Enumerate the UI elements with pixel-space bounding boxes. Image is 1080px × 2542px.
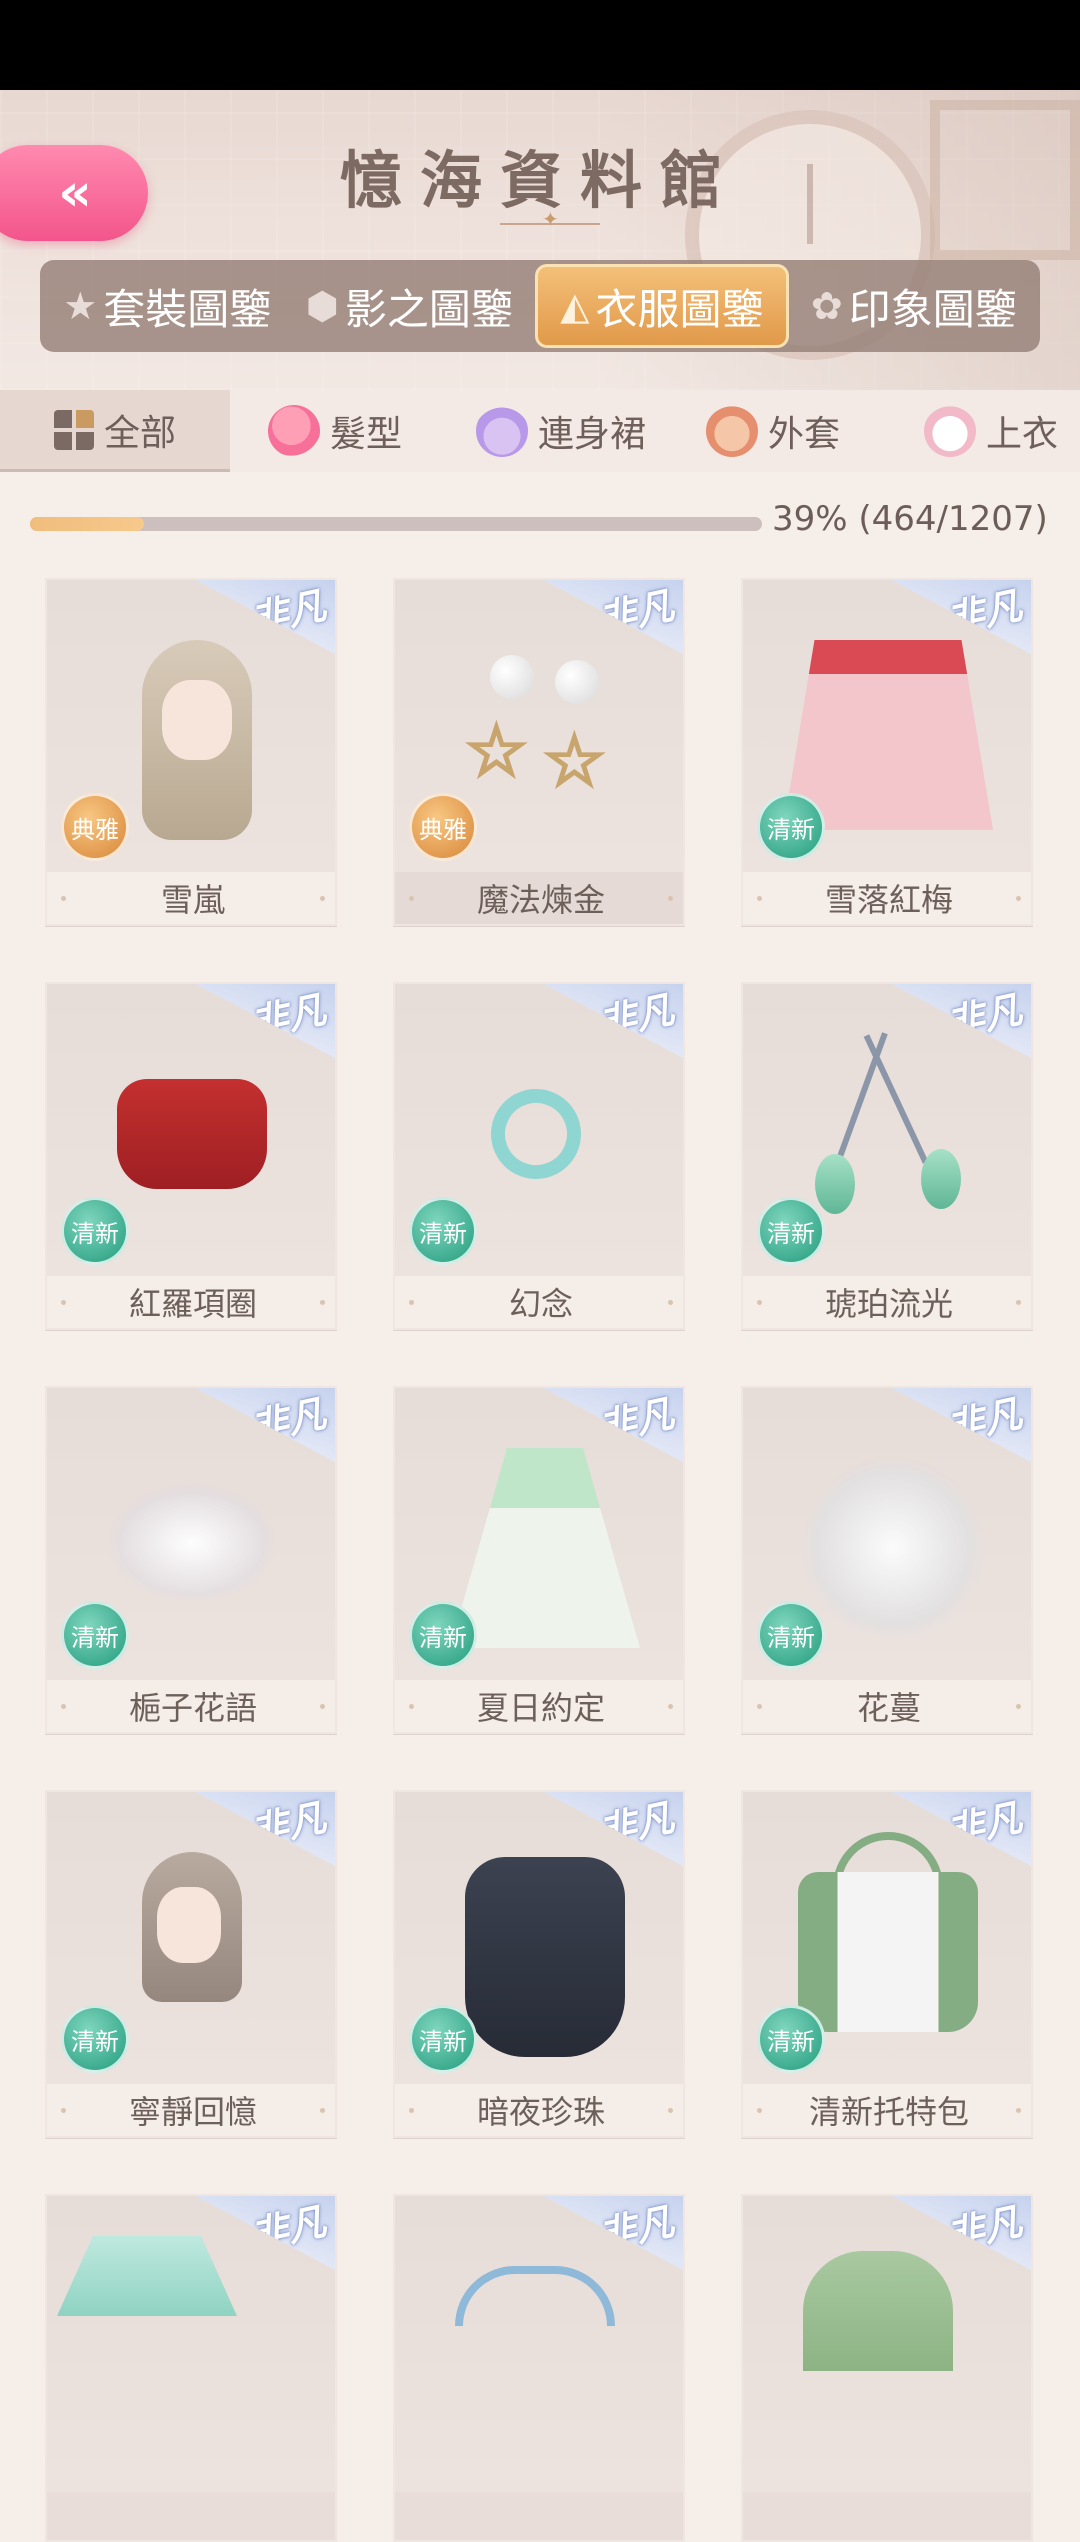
tab-clothing-collection[interactable]: ◭ 衣服圖鑒 <box>535 264 789 348</box>
item-grid: 非凡 典雅 雪嵐 ☆ ☆ 非凡 典雅 魔法煉金 非凡 清新 雪落紅梅 非凡 清新… <box>45 578 1045 2542</box>
filter-label: 髮型 <box>330 414 403 455</box>
style-badge: 清新 <box>409 1601 477 1669</box>
page-title: 憶海資料館 <box>339 144 740 217</box>
filter-all[interactable]: 全部 <box>0 390 230 472</box>
item-name: 清新托特包 <box>743 2084 1031 2136</box>
progress-fill <box>30 517 145 531</box>
pearl-image <box>555 660 599 704</box>
item-card[interactable]: 非凡 典雅 雪嵐 <box>45 578 337 926</box>
pearl-image <box>490 655 534 699</box>
progress-track <box>30 517 762 531</box>
dress-image <box>450 1448 640 1648</box>
tab-impression-collection[interactable]: ✿ 印象圖鑒 <box>799 264 1029 348</box>
hairpin-image <box>107 1483 277 1603</box>
tote-bag-image <box>798 1872 978 2032</box>
type-filter-bar: 全部 髮型 連身裙 外套 上衣 <box>0 390 1080 472</box>
hairpin-stick-image <box>863 1034 929 1164</box>
gem-icon: ⬢ <box>305 284 339 328</box>
item-card[interactable]: 非凡 清新 清新托特包 <box>741 1790 1033 2138</box>
style-badge: 清新 <box>409 2005 477 2073</box>
style-badge: 清新 <box>61 1601 129 1669</box>
tab-label: 影之圖鑒 <box>344 284 513 334</box>
tab-suit-collection[interactable]: ★ 套裝圖鑒 <box>51 264 283 348</box>
item-card[interactable]: 非凡 <box>45 2194 337 2542</box>
item-name: 雪落紅梅 <box>743 872 1031 924</box>
item-name: 紅羅項圈 <box>47 1276 335 1328</box>
item-card[interactable]: ☆ ☆ 非凡 典雅 魔法煉金 <box>393 578 685 926</box>
filter-hairstyle[interactable]: 髮型 <box>230 390 420 472</box>
tab-shadow-collection[interactable]: ⬢ 影之圖鑒 <box>294 264 525 348</box>
hair-icon <box>268 405 320 457</box>
item-card[interactable]: 非凡 清新 紅羅項圈 <box>45 982 337 1330</box>
star-earring-image: ☆ <box>464 709 530 794</box>
category-tabs: ★ 套裝圖鑒 ⬢ 影之圖鑒 ◭ 衣服圖鑒 ✿ 印象圖鑒 <box>40 260 1040 352</box>
tab-label: 衣服圖鑒 <box>595 284 764 334</box>
item-card[interactable]: 非凡 清新 雪落紅梅 <box>741 578 1033 926</box>
header: « 憶海資料館 ★ 套裝圖鑒 ⬢ 影之圖鑒 ◭ 衣服圖鑒 ✿ 印象圖鑒 <box>0 90 1080 390</box>
item-card[interactable]: 非凡 <box>393 2194 685 2542</box>
item-name: 琥珀流光 <box>743 1276 1031 1328</box>
style-badge: 清新 <box>757 793 825 861</box>
face-image <box>157 1887 221 1963</box>
hairpin-stick-image <box>834 1032 888 1166</box>
coat-icon <box>706 405 759 457</box>
filter-coat[interactable]: 外套 <box>664 390 858 472</box>
filter-label: 上衣 <box>986 414 1059 455</box>
star-icon: ★ <box>63 284 98 328</box>
grid-icon <box>53 409 94 450</box>
face-image <box>162 680 232 760</box>
dress-icon <box>476 405 529 457</box>
tab-label: 套裝圖鑒 <box>103 284 272 334</box>
item-name: 雪嵐 <box>47 872 335 924</box>
shirt-icon <box>924 405 977 457</box>
item-name: 夏日約定 <box>395 1680 683 1732</box>
filter-dress[interactable]: 連身裙 <box>420 390 664 472</box>
item-name: 寧靜回憶 <box>47 2084 335 2136</box>
bag-image <box>455 2266 615 2326</box>
status-bar <box>0 0 1080 90</box>
collar-image <box>117 1079 267 1189</box>
item-name: 梔子花語 <box>47 1680 335 1732</box>
item-card[interactable]: 非凡 清新 夏日約定 <box>393 1386 685 1734</box>
filter-top[interactable]: 上衣 <box>858 390 1076 472</box>
filter-label: 外套 <box>768 414 841 455</box>
style-badge: 清新 <box>757 1197 825 1265</box>
tassel-image <box>921 1149 961 1209</box>
progress-text: 39% (464/1207) <box>772 499 1048 539</box>
item-card[interactable]: 非凡 清新 花蔓 <box>741 1386 1033 1734</box>
collection-progress: 39% (464/1207) <box>30 499 1050 555</box>
style-badge: 清新 <box>61 2005 129 2073</box>
gloves-image <box>803 1458 983 1638</box>
item-name: 幻念 <box>395 1276 683 1328</box>
dress-icon: ◭ <box>560 284 590 328</box>
item-card[interactable]: 非凡 清新 幻念 <box>393 982 685 1330</box>
tab-label: 印象圖鑒 <box>848 284 1017 334</box>
filter-label: 連身裙 <box>538 414 647 455</box>
bracelet-image <box>478 1076 594 1192</box>
style-badge: 清新 <box>409 1197 477 1265</box>
backpack-image <box>803 2251 953 2371</box>
star-earring-image: ☆ <box>542 719 608 804</box>
item-name: 魔法煉金 <box>395 872 683 924</box>
skirt-image <box>57 2236 237 2316</box>
title-ornament <box>500 207 600 231</box>
filter-label: 全部 <box>103 412 176 454</box>
item-name: 花蔓 <box>743 1680 1031 1732</box>
gloves-image <box>465 1857 625 2057</box>
item-card[interactable]: 非凡 <box>741 2194 1033 2542</box>
item-card[interactable]: 非凡 清新 寧靜回憶 <box>45 1790 337 2138</box>
style-badge: 清新 <box>757 1601 825 1669</box>
style-badge: 清新 <box>757 2005 825 2073</box>
style-badge: 清新 <box>61 1197 129 1265</box>
item-card[interactable]: 非凡 清新 琥珀流光 <box>741 982 1033 1330</box>
flower-icon: ✿ <box>810 284 843 328</box>
style-badge: 典雅 <box>61 793 129 861</box>
tassel-image <box>815 1154 855 1214</box>
item-name: 暗夜珍珠 <box>395 2084 683 2136</box>
item-card[interactable]: 非凡 清新 梔子花語 <box>45 1386 337 1734</box>
style-badge: 典雅 <box>409 793 477 861</box>
item-card[interactable]: 非凡 清新 暗夜珍珠 <box>393 1790 685 2138</box>
